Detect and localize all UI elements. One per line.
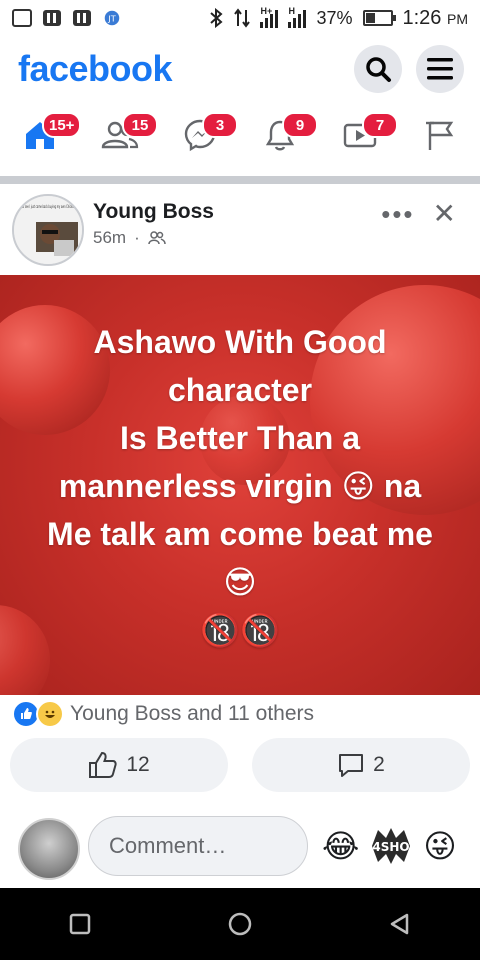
app-notification-icon-1	[43, 10, 61, 26]
notification-icon	[12, 9, 32, 27]
comment-input[interactable]: Comment…	[88, 816, 308, 876]
avatar-caption: Lol see I just came back buying my own C…	[21, 204, 75, 209]
post-author-name[interactable]: Young Boss	[93, 200, 214, 224]
comment-icon	[339, 754, 364, 777]
notifications-badge: 9	[282, 112, 318, 138]
post-line-4: mannerless virgin 😜 na	[58, 468, 422, 504]
laugh-emoji-button[interactable]: 😂	[322, 828, 359, 864]
feed-divider	[0, 166, 480, 184]
bluetooth-icon	[210, 8, 224, 28]
menu-icon	[427, 58, 453, 80]
tab-watch[interactable]: 7	[330, 110, 398, 160]
svg-text:JT: JT	[107, 14, 116, 24]
like-button[interactable]: 12	[10, 738, 228, 792]
reactions-summary[interactable]: Young Boss and 11 others	[12, 700, 314, 728]
comment-count: 2	[373, 753, 385, 776]
post-meta: 56m ·	[93, 228, 166, 248]
user-avatar[interactable]	[18, 818, 80, 880]
thumbs-up-icon	[89, 751, 117, 778]
sticker-4sho-icon: 4SHO	[372, 828, 410, 864]
avatar-photo: Lol see I just came back buying my own C…	[14, 196, 82, 264]
reactions-text: Young Boss and 11 others	[70, 702, 315, 725]
post-line-1: Ashawo With Good	[93, 324, 387, 360]
signal-icon-1: H+	[260, 6, 279, 28]
battery-percent: 37%	[316, 7, 353, 28]
app-notification-icon-3: JT	[104, 10, 120, 26]
status-bar: JT H+ H 37% 1:26 PM	[0, 0, 480, 36]
sticker-button[interactable]: 4SHO	[368, 826, 414, 866]
comment-composer: Comment… 😂 4SHO 😜	[0, 812, 480, 884]
meta-separator: ·	[134, 228, 140, 247]
friends-audience-icon	[148, 231, 166, 245]
data-transfer-icon	[234, 8, 251, 28]
post-time[interactable]: 56m	[93, 228, 126, 248]
status-left-icons: JT	[12, 9, 122, 27]
wink-emoji-button[interactable]: 😜	[422, 828, 458, 864]
clock: 1:26 PM	[403, 7, 469, 30]
clock-ampm: PM	[447, 10, 468, 27]
watch-badge: 7	[362, 112, 398, 138]
battery-fill	[365, 13, 376, 23]
haha-reaction-icon	[36, 700, 64, 728]
post-menu: ••• ✕	[381, 200, 456, 228]
tab-notifications[interactable]: 9	[250, 110, 318, 160]
status-right-icons: H+ H 37% 1:26 PM	[208, 6, 469, 30]
tab-friends[interactable]: 15	[90, 110, 158, 160]
header-actions	[354, 45, 464, 93]
post-line-6: 😎	[223, 564, 257, 600]
post-line-5: Me talk am come beat me	[47, 516, 433, 552]
post-text: Ashawo With Good character Is Better Tha…	[10, 318, 470, 654]
post-actions: 12 2	[10, 738, 470, 794]
tab-messenger[interactable]: 3	[170, 110, 238, 160]
post-line-2: character	[167, 372, 313, 408]
post-header: Lol see I just came back buying my own C…	[0, 184, 480, 274]
like-count: 12	[126, 753, 150, 776]
square-icon[interactable]	[68, 912, 92, 936]
author-avatar[interactable]: Lol see I just came back buying my own C…	[12, 194, 84, 266]
circle-icon[interactable]	[227, 911, 253, 937]
post-line-7: 🔞🔞	[200, 612, 280, 648]
battery-icon	[362, 10, 396, 26]
hide-post-icon[interactable]: ✕	[433, 200, 456, 228]
system-navigation-bar	[0, 888, 480, 960]
messenger-badge: 3	[202, 112, 238, 138]
flag-icon	[426, 121, 454, 150]
more-options-icon[interactable]: •••	[381, 201, 414, 227]
clock-time: 1:26	[402, 6, 442, 29]
home-badge: 15+	[42, 112, 82, 138]
comment-button[interactable]: 2	[252, 738, 470, 792]
tab-pages[interactable]	[410, 110, 470, 160]
triangle-back-icon[interactable]	[388, 912, 412, 936]
tab-home[interactable]: 15+	[10, 110, 82, 160]
search-button[interactable]	[354, 45, 402, 93]
tab-bar: 15+ 15 3 9 7	[0, 104, 480, 167]
app-header: facebook	[0, 38, 480, 100]
facebook-logo[interactable]: facebook	[18, 48, 173, 90]
search-icon	[366, 57, 391, 82]
friends-badge: 15	[122, 112, 158, 138]
menu-button[interactable]	[416, 45, 464, 93]
post-line-3: Is Better Than a	[119, 420, 361, 456]
app-notification-icon-2	[73, 10, 91, 26]
sticker-text: 4SHO	[372, 840, 409, 854]
signal-icon-2: H	[288, 6, 307, 28]
